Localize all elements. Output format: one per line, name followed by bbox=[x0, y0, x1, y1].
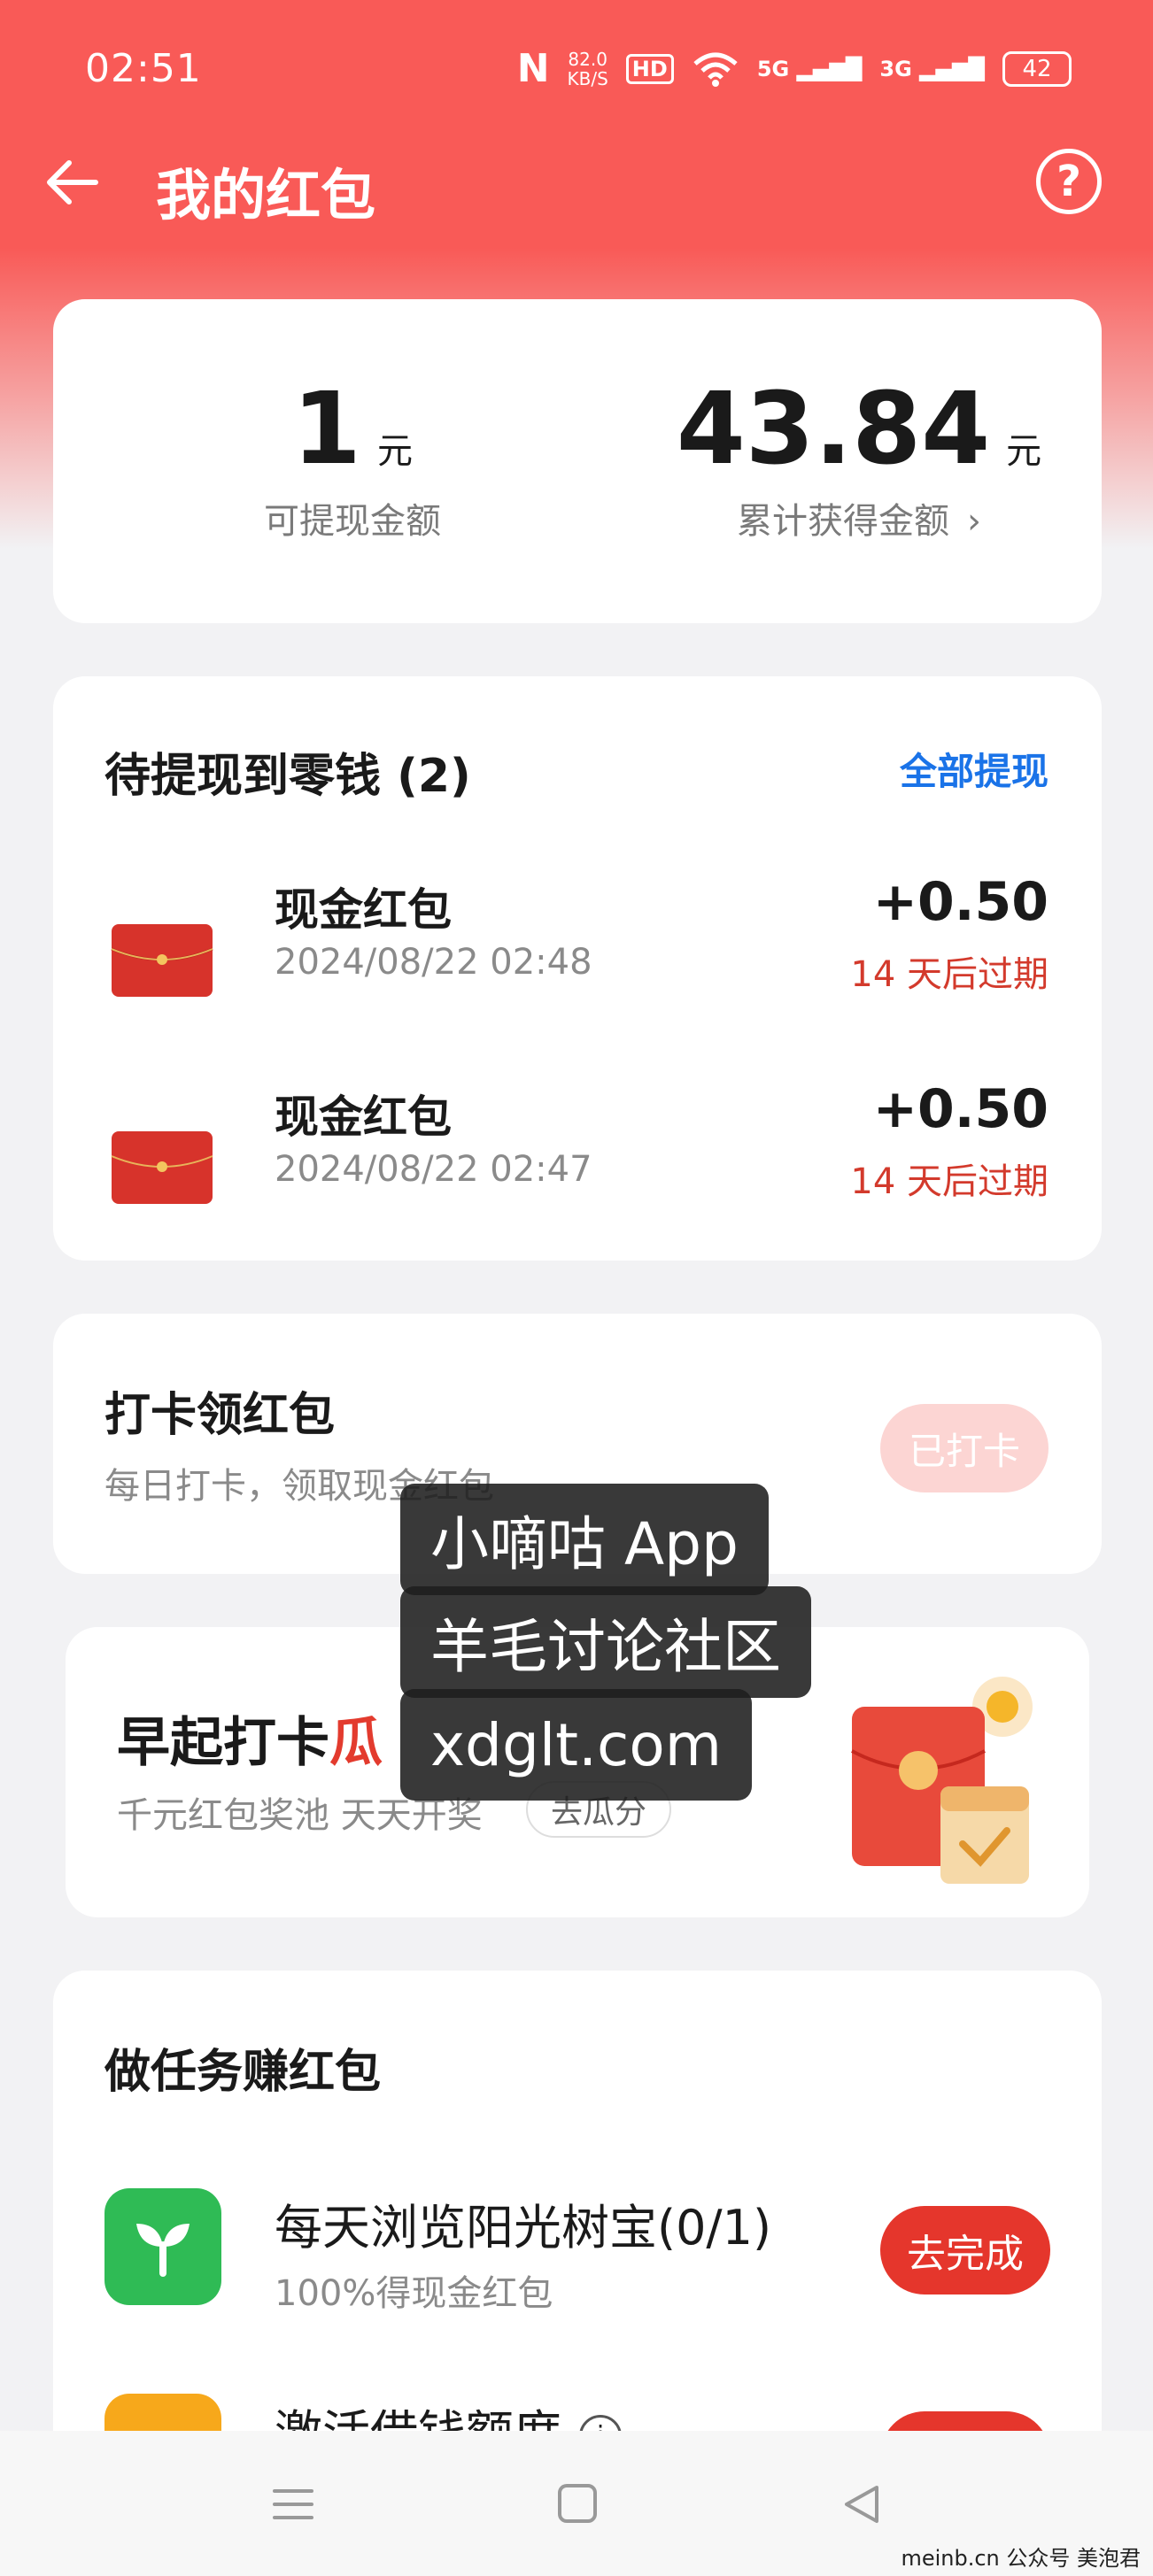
red-envelope-icon bbox=[111, 1131, 213, 1204]
watermark-line-2: 羊毛讨论社区 bbox=[400, 1586, 811, 1698]
tasks-title: 做任务赚红包 bbox=[104, 2046, 382, 2099]
red-envelope-icon bbox=[111, 924, 213, 997]
checked-in-button[interactable]: 已打卡 bbox=[880, 1404, 1049, 1492]
hd-icon: HD bbox=[625, 53, 674, 84]
network-speed: 82.0 KB/S bbox=[568, 50, 608, 89]
watermark-line-3: xdglt.com bbox=[400, 1689, 753, 1801]
item-expiry: 14 天后过期 bbox=[850, 954, 1049, 995]
signal-5g-icon: 5G ▂▄▆█ bbox=[756, 56, 863, 81]
total-value: 43.84 bbox=[676, 372, 991, 487]
wifi-icon bbox=[693, 52, 738, 87]
page-title: 我的红包 bbox=[156, 163, 376, 228]
item-expiry: 14 天后过期 bbox=[850, 1161, 1049, 1202]
pending-title: 待提现到零钱 (2) bbox=[104, 750, 471, 803]
withdrawable-label: 可提现金额 bbox=[264, 501, 441, 542]
list-item[interactable]: 现金红包 2024/08/22 02:48 +0.50 14 天后过期 bbox=[53, 845, 1102, 1048]
item-title: 现金红包 bbox=[275, 1091, 452, 1143]
task-desc: 100%得现金红包 bbox=[275, 2273, 553, 2314]
total-unit: 元 bbox=[1006, 431, 1042, 472]
home-icon[interactable] bbox=[556, 2482, 599, 2525]
balance-summary-card: 1元 可提现金额 43.84 元 累计获得金额 › bbox=[53, 299, 1102, 623]
item-date: 2024/08/22 02:47 bbox=[275, 1149, 592, 1190]
status-bar: 02:51 N 82.0 KB/S HD 5G ▂▄▆█ 3G ▂▄▆█ 42 bbox=[0, 0, 1153, 133]
item-amount: +0.50 bbox=[872, 871, 1049, 933]
early-checkin-title: 早起打卡瓜 bbox=[117, 1712, 383, 1774]
pending-withdrawal-card: 待提现到零钱 (2) 全部提现 现金红包 2024/08/22 02:48 +0… bbox=[53, 676, 1102, 1261]
watermark-line-1: 小嘀咕 App bbox=[400, 1484, 769, 1595]
item-date: 2024/08/22 02:48 bbox=[275, 942, 592, 983]
list-item[interactable]: 现金红包 2024/08/22 02:47 +0.50 14 天后过期 bbox=[53, 1052, 1102, 1255]
footer-credit: meinb.cn 公众号 美泡君 bbox=[901, 2546, 1141, 2571]
item-title: 现金红包 bbox=[275, 884, 452, 936]
status-time: 02:51 bbox=[85, 46, 202, 91]
network-speed-unit: KB/S bbox=[567, 67, 608, 89]
checkin-title: 打卡领红包 bbox=[104, 1389, 336, 1442]
chevron-right-icon: › bbox=[967, 501, 981, 542]
withdrawable-amount: 1元 可提现金额 bbox=[220, 380, 485, 544]
watermark-overlay: 小嘀咕 App 羊毛讨论社区 xdglt.com bbox=[400, 1484, 886, 1820]
withdrawable-value: 1 bbox=[292, 372, 361, 487]
signal-3g-icon: 3G ▂▄▆█ bbox=[879, 56, 985, 81]
back-arrow-icon[interactable] bbox=[43, 150, 106, 214]
withdraw-all-link[interactable]: 全部提现 bbox=[900, 742, 1049, 796]
network-speed-value: 82.0 bbox=[568, 48, 607, 70]
battery-icon: 42 bbox=[1002, 50, 1072, 87]
withdrawable-unit: 元 bbox=[376, 431, 413, 472]
sprout-icon bbox=[104, 2188, 221, 2305]
help-icon[interactable]: ? bbox=[1036, 149, 1102, 214]
menu-icon[interactable] bbox=[271, 2482, 315, 2526]
complete-task-button[interactable]: 去完成 bbox=[880, 2206, 1050, 2294]
back-triangle-icon[interactable] bbox=[840, 2482, 884, 2526]
total-earned-amount[interactable]: 43.84 元 累计获得金额 › bbox=[673, 380, 1045, 544]
item-amount: +0.50 bbox=[872, 1078, 1049, 1140]
nfc-icon: N bbox=[516, 46, 550, 91]
task-name: 每天浏览阳光树宝(0/1) bbox=[275, 2200, 772, 2256]
nav-bar: 我的红包 ? bbox=[0, 133, 1153, 230]
status-icons: N 82.0 KB/S HD 5G ▂▄▆█ 3G ▂▄▆█ 42 bbox=[517, 46, 1072, 91]
task-item: 每天浏览阳光树宝(0/1) 100%得现金红包 去完成 bbox=[53, 2188, 1102, 2365]
total-label: 累计获得金额 › bbox=[737, 501, 981, 542]
